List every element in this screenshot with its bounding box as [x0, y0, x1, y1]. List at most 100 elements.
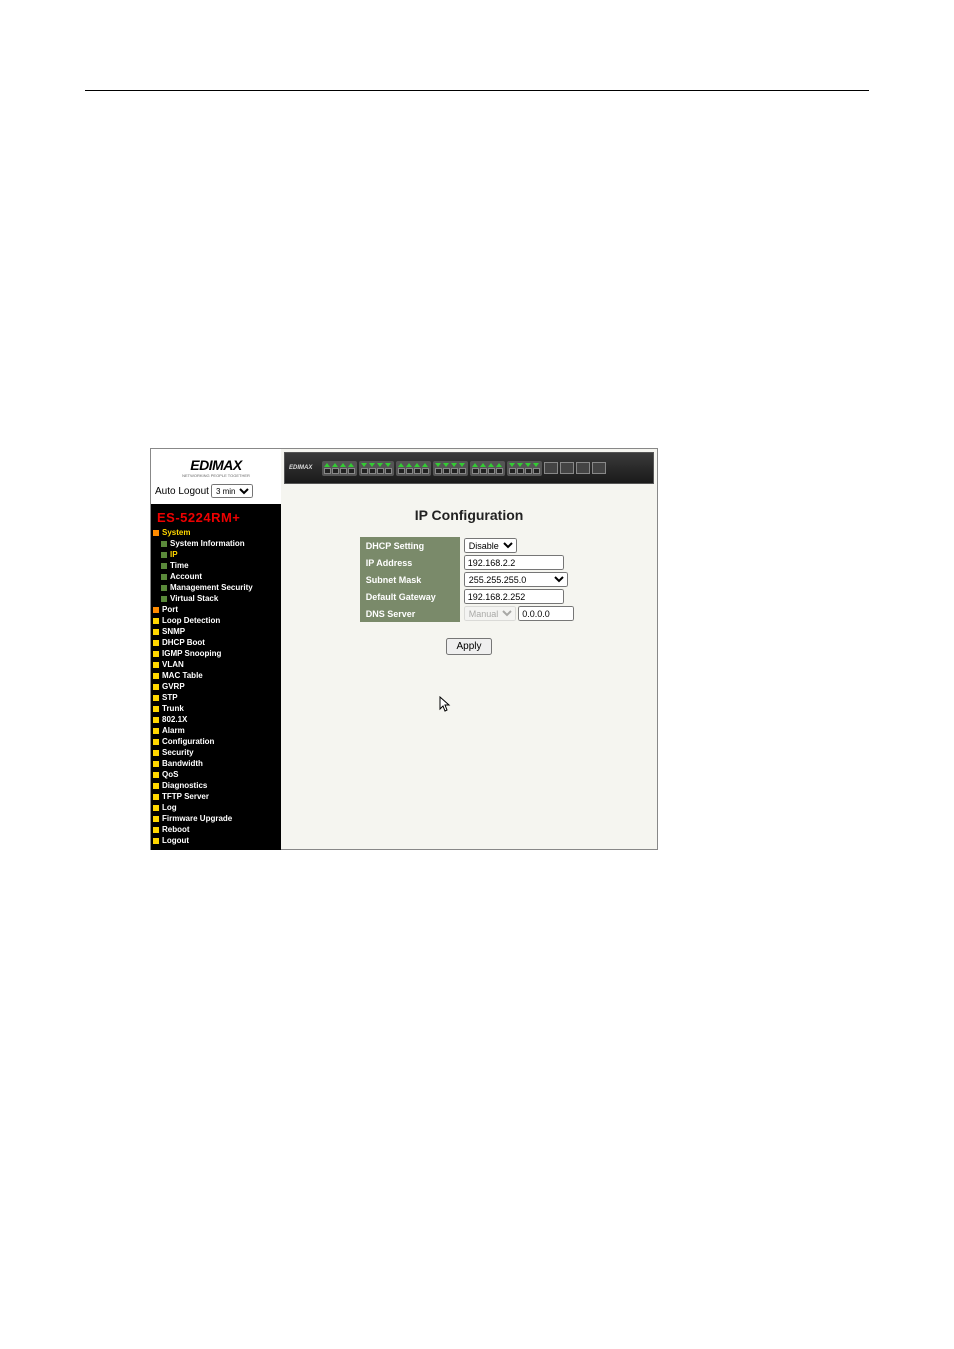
apply-button[interactable]: Apply: [446, 638, 491, 655]
nav-item-label: Diagnostics: [162, 781, 207, 790]
nav-item-dhcp-boot[interactable]: DHCP Boot: [151, 637, 281, 648]
nav-item-label: GVRP: [162, 682, 185, 691]
nav-bullet-icon: [153, 706, 159, 712]
nav-item-ip[interactable]: IP: [151, 549, 281, 560]
nav-bullet-icon: [161, 585, 167, 591]
nav-item-label: Security: [162, 748, 194, 757]
brand-tagline: NETWORKING PEOPLE TOGETHER: [155, 473, 277, 478]
nav-item-account[interactable]: Account: [151, 571, 281, 582]
nav-item-virtual-stack[interactable]: Virtual Stack: [151, 593, 281, 604]
ip-input[interactable]: [464, 555, 564, 570]
nav-item-management-security[interactable]: Management Security: [151, 582, 281, 593]
nav-item-label: IP: [170, 550, 178, 559]
auto-logout-label: Auto Logout: [155, 486, 209, 497]
nav-item-bandwidth[interactable]: Bandwidth: [151, 758, 281, 769]
nav-bullet-icon: [153, 728, 159, 734]
sfp-slot-1: [544, 462, 558, 474]
nav-bullet-icon: [161, 596, 167, 602]
gw-label: Default Gateway: [360, 588, 460, 605]
app-window: EDIMAX NETWORKING PEOPLE TOGETHER Auto L…: [150, 448, 658, 850]
nav-item-stp[interactable]: STP: [151, 692, 281, 703]
nav-item-port[interactable]: Port: [151, 604, 281, 615]
dns-input[interactable]: [518, 606, 574, 621]
cursor-icon: [439, 696, 453, 717]
nav-item-label: Trunk: [162, 704, 184, 713]
nav-bullet-icon: [153, 761, 159, 767]
nav-bullet-icon: [153, 816, 159, 822]
page-divider: [85, 90, 869, 91]
nav-item-system-information[interactable]: System Information: [151, 538, 281, 549]
nav-bullet-icon: [153, 640, 159, 646]
content-area: IP Configuration DHCP Setting Disable IP…: [281, 487, 657, 675]
nav-item-label: MAC Table: [162, 671, 203, 680]
nav-item-label: Time: [170, 561, 189, 570]
nav-bullet-icon: [153, 794, 159, 800]
nav-item-label: System Information: [170, 539, 245, 548]
nav-bullet-icon: [153, 629, 159, 635]
gw-input[interactable]: [464, 589, 564, 604]
nav-item-diagnostics[interactable]: Diagnostics: [151, 780, 281, 791]
auto-logout-select[interactable]: 3 min: [211, 484, 253, 498]
nav-item-label: Loop Detection: [162, 616, 220, 625]
nav-item-label: Account: [170, 572, 202, 581]
main-panel: EDIMAX: [281, 449, 657, 849]
nav-item-firmware-upgrade[interactable]: Firmware Upgrade: [151, 813, 281, 824]
mask-label: Subnet Mask: [360, 571, 460, 588]
nav-item-label: Alarm: [162, 726, 185, 735]
nav-bullet-icon: [161, 574, 167, 580]
nav-item-trunk[interactable]: Trunk: [151, 703, 281, 714]
nav-item-log[interactable]: Log: [151, 802, 281, 813]
nav-item-time[interactable]: Time: [151, 560, 281, 571]
nav-item-tftp-server[interactable]: TFTP Server: [151, 791, 281, 802]
nav-item-igmp-snooping[interactable]: IGMP Snooping: [151, 648, 281, 659]
nav-item-label: QoS: [162, 770, 178, 779]
auto-logout-row: Auto Logout 3 min: [151, 482, 281, 504]
nav-item-label: System: [162, 528, 190, 537]
dhcp-select[interactable]: Disable: [464, 538, 517, 553]
nav-item-vlan[interactable]: VLAN: [151, 659, 281, 670]
port-block-1: [322, 461, 357, 476]
nav-menu: ES-5224RM+ System System Information IP Tim…: [151, 504, 281, 850]
nav-item-loop-detection[interactable]: Loop Detection: [151, 615, 281, 626]
nav-item-label: DHCP Boot: [162, 638, 205, 647]
brand-logo: EDIMAX: [155, 457, 277, 473]
nav-item-alarm[interactable]: Alarm: [151, 725, 281, 736]
nav-item-label: Bandwidth: [162, 759, 203, 768]
ip-label: IP Address: [360, 554, 460, 571]
nav-item-802-1x[interactable]: 802.1X: [151, 714, 281, 725]
dns-mode-select[interactable]: Manual: [464, 606, 516, 621]
nav-item-mac-table[interactable]: MAC Table: [151, 670, 281, 681]
nav-bullet-icon: [153, 651, 159, 657]
nav-item-label: VLAN: [162, 660, 184, 669]
nav-item-label: TFTP Server: [162, 792, 209, 801]
nav-item-security[interactable]: Security: [151, 747, 281, 758]
nav-bullet-icon: [153, 750, 159, 756]
nav-item-system[interactable]: System: [151, 527, 281, 538]
nav-item-label: Configuration: [162, 737, 214, 746]
nav-item-label: Management Security: [170, 583, 253, 592]
port-block-5: [470, 461, 505, 476]
nav-item-configuration[interactable]: Configuration: [151, 736, 281, 747]
sfp-slot-2: [560, 462, 574, 474]
page-title: IP Configuration: [311, 507, 627, 523]
device-banner: EDIMAX: [284, 452, 654, 484]
logo-area: EDIMAX NETWORKING PEOPLE TOGETHER: [151, 449, 281, 482]
nav-item-reboot[interactable]: Reboot: [151, 824, 281, 835]
nav-bullet-icon: [153, 684, 159, 690]
nav-bullet-icon: [153, 607, 159, 613]
sfp-slot-4: [592, 462, 606, 474]
port-block-4: [433, 461, 468, 476]
nav-item-label: STP: [162, 693, 178, 702]
nav-item-logout[interactable]: Logout: [151, 835, 281, 846]
ip-config-form: DHCP Setting Disable IP Address Subnet M…: [360, 537, 579, 622]
nav-bullet-icon: [153, 717, 159, 723]
nav-bullet-icon: [153, 783, 159, 789]
mask-select[interactable]: 255.255.255.0: [464, 572, 568, 587]
device-model: ES-5224RM+: [151, 508, 281, 527]
nav-item-gvrp[interactable]: GVRP: [151, 681, 281, 692]
nav-item-qos[interactable]: QoS: [151, 769, 281, 780]
nav-bullet-icon: [161, 552, 167, 558]
banner-logo: EDIMAX: [289, 465, 312, 471]
dhcp-label: DHCP Setting: [360, 537, 460, 554]
nav-item-snmp[interactable]: SNMP: [151, 626, 281, 637]
